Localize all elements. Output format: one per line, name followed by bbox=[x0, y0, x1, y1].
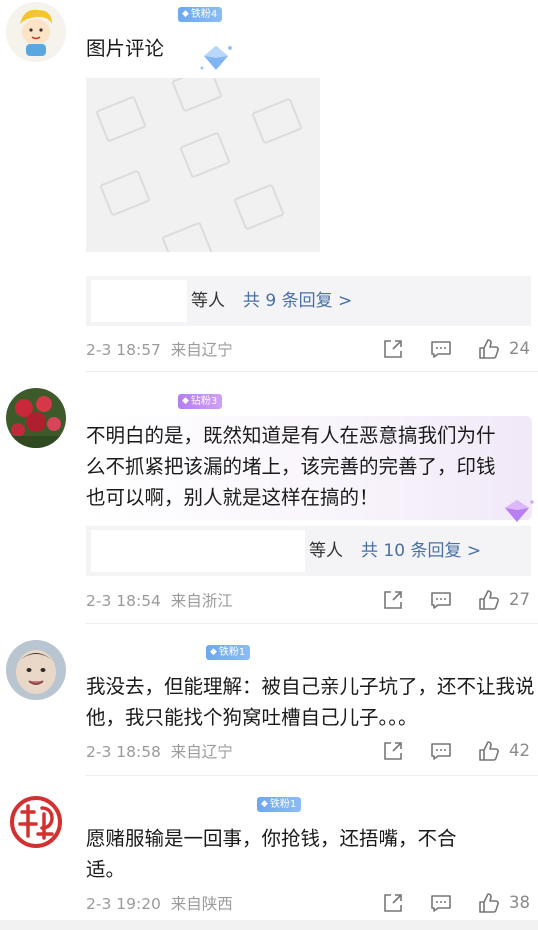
cartoon-avatar-icon bbox=[6, 2, 66, 62]
comment-1: ◆ 铁粉4 图片评论 等人 共 9 条回复 > 2-3 18:57 来自辽宁 2… bbox=[0, 0, 538, 372]
comment-icon[interactable] bbox=[430, 740, 452, 762]
diamond-icon: ◆ bbox=[261, 799, 268, 809]
comment-4: ◆ 铁粉1 愿赌服输是一回事，你抢钱，还捂嘴，不合适。 2-3 19:20 来自… bbox=[0, 776, 538, 930]
comment-actions: 42 bbox=[382, 740, 532, 764]
thumbs-up-icon[interactable] bbox=[478, 338, 500, 360]
avatar[interactable] bbox=[6, 640, 66, 700]
comment-meta: 2-3 18:58 来自辽宁 bbox=[86, 743, 233, 761]
fan-level-badge: ◆ 铁粉1 bbox=[206, 645, 251, 660]
thumbs-up-icon[interactable] bbox=[478, 740, 500, 762]
bottom-separator bbox=[0, 920, 538, 930]
reply-user-names bbox=[91, 530, 305, 572]
share-icon[interactable] bbox=[382, 740, 404, 762]
comment-meta: 2-3 18:57 来自辽宁 bbox=[86, 341, 233, 359]
avatar[interactable] bbox=[6, 2, 66, 62]
comment-2: ◆ 钻粉3 不明白的是，既然知道是有人在恶意搞我们为什么不抓紧把该漏的堵上，该完… bbox=[0, 372, 538, 624]
comment-text: 图片评论 bbox=[86, 37, 165, 60]
diamond-icon: ◆ bbox=[210, 647, 217, 657]
comment-actions: 27 bbox=[382, 589, 532, 613]
like-count: 27 bbox=[509, 590, 530, 609]
comment-icon[interactable] bbox=[430, 338, 452, 360]
fan-level-badge: ◆ 铁粉1 bbox=[257, 797, 302, 812]
fan-level-badge: ◆ 铁粉4 bbox=[178, 7, 223, 22]
comment-meta: 2-3 19:20 来自陕西 bbox=[86, 895, 233, 913]
share-icon[interactable] bbox=[382, 338, 404, 360]
diamond-icon: ◆ bbox=[182, 396, 189, 406]
diamond-icon: ◆ bbox=[182, 9, 189, 19]
comment-actions: 24 bbox=[382, 338, 532, 362]
purple-gem-icon bbox=[505, 500, 534, 522]
view-replies-link[interactable]: 共 10 条回复 > bbox=[361, 526, 481, 576]
view-replies-link[interactable]: 共 9 条回复 > bbox=[243, 276, 352, 326]
like-count: 38 bbox=[509, 893, 530, 912]
comment-text: 愿赌服输是一回事，你抢钱，还捂嘴，不合适。 bbox=[86, 827, 457, 881]
comment-meta: 2-3 18:54 来自浙江 bbox=[86, 592, 233, 610]
baby-photo-avatar-icon bbox=[6, 640, 66, 700]
reply-user-names bbox=[91, 280, 187, 322]
like-count: 24 bbox=[509, 339, 530, 358]
sparkle-gem-icon bbox=[200, 46, 232, 70]
comment-icon[interactable] bbox=[430, 892, 452, 914]
comment-image-placeholder[interactable] bbox=[86, 78, 320, 252]
avatar[interactable] bbox=[6, 388, 66, 448]
flower-photo-avatar-icon bbox=[6, 388, 66, 448]
comment-text: 我没去，但能理解：被自己亲儿子坑了，还不让我说他，我只能找个狗窝吐槽自己儿子。。… bbox=[86, 675, 535, 729]
reply-summary[interactable]: 等人 共 9 条回复 > bbox=[86, 276, 531, 326]
thumbs-up-icon[interactable] bbox=[478, 892, 500, 914]
share-icon[interactable] bbox=[382, 892, 404, 914]
comment-text: 不明白的是，既然知道是有人在恶意搞我们为什么不抓紧把该漏的堵上，该完善的完善了，… bbox=[86, 424, 496, 509]
thumbs-up-icon[interactable] bbox=[478, 589, 500, 611]
seal-stamp-avatar-icon bbox=[6, 792, 66, 852]
fan-level-badge: ◆ 钻粉3 bbox=[178, 394, 223, 409]
comment-icon[interactable] bbox=[430, 589, 452, 611]
like-count: 42 bbox=[509, 741, 530, 760]
comment-actions: 38 bbox=[382, 892, 532, 916]
reply-summary[interactable]: 等人 共 10 条回复 > bbox=[86, 526, 531, 576]
avatar[interactable] bbox=[6, 792, 66, 852]
share-icon[interactable] bbox=[382, 589, 404, 611]
comment-3: ◆ 铁粉1 我没去，但能理解：被自己亲儿子坑了，还不让我说他，我只能找个狗窝吐槽… bbox=[0, 624, 538, 776]
